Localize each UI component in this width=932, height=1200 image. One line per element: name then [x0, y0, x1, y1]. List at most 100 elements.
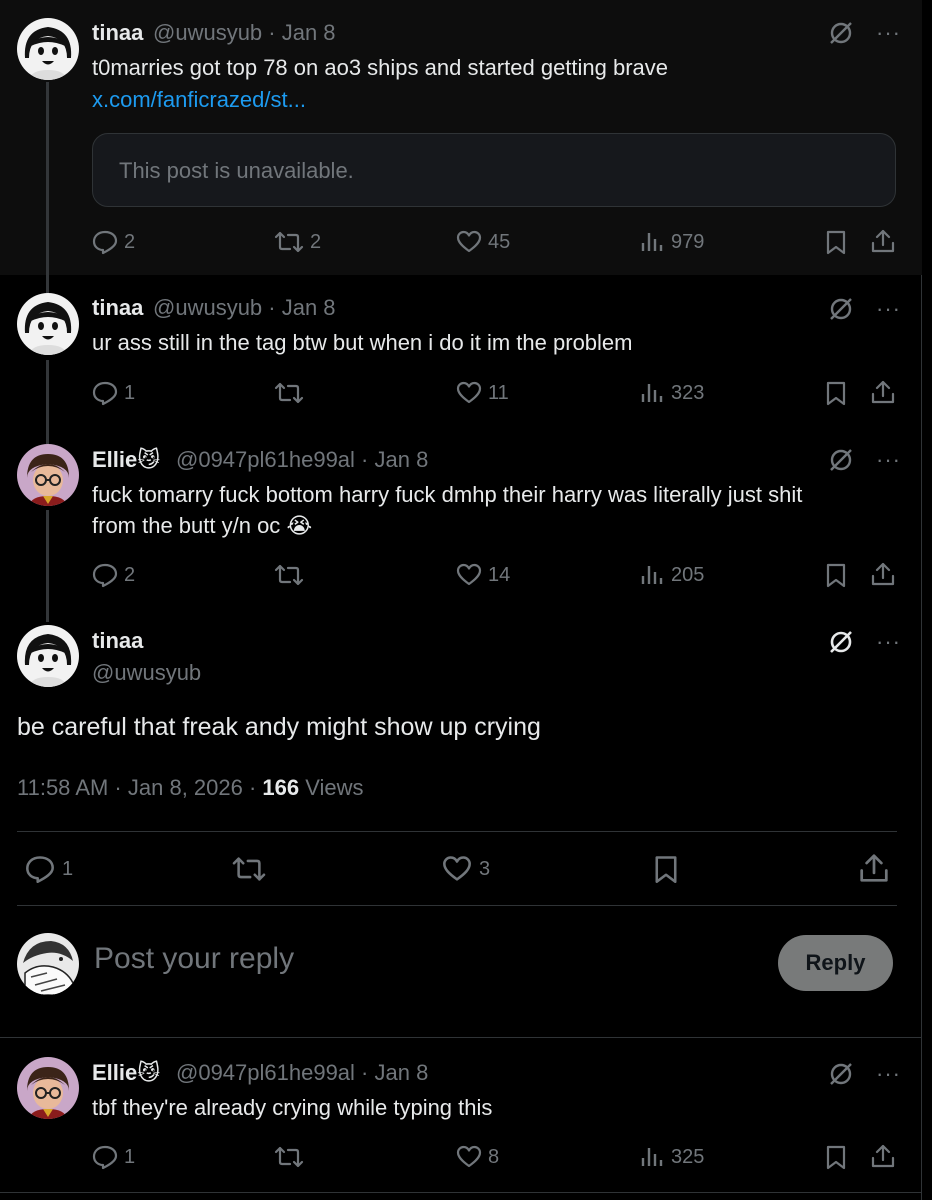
thread-line: [46, 82, 49, 294]
reply-icon: [92, 230, 118, 255]
avatar[interactable]: [17, 18, 79, 80]
reply-count: 2: [124, 230, 136, 253]
heart-icon: [456, 381, 482, 404]
like-button[interactable]: 45: [456, 229, 510, 255]
views-label: Views: [299, 775, 364, 800]
views-button[interactable]: 323: [639, 380, 704, 406]
timeline: tinaa @uwusyub · Jan 8 ··· t0marries got…: [0, 0, 922, 1200]
bookmark-icon[interactable]: [823, 380, 849, 406]
like-count: 8: [488, 1145, 500, 1168]
post-text: ur ass still in the tag btw but when i d…: [92, 330, 633, 355]
like-button[interactable]: 3: [441, 854, 490, 884]
bookmark-icon[interactable]: [823, 1144, 849, 1170]
share-icon[interactable]: [870, 561, 896, 587]
reply-button[interactable]: 2: [92, 229, 135, 255]
like-count: 3: [479, 857, 491, 880]
more-options-icon[interactable]: ···: [876, 631, 901, 653]
grok-icon[interactable]: [828, 629, 854, 655]
repost-button[interactable]: 2: [274, 229, 321, 255]
share-icon[interactable]: [870, 228, 896, 254]
repost-icon: [274, 382, 304, 404]
post-menu: ···: [828, 629, 901, 655]
reply-count: 1: [124, 1145, 136, 1168]
repost-button[interactable]: [274, 562, 310, 588]
avatar[interactable]: [17, 444, 79, 506]
author-name[interactable]: tinaa: [92, 295, 143, 321]
divider: [0, 1192, 922, 1193]
repost-icon: [274, 1146, 304, 1168]
like-count: 11: [488, 381, 509, 404]
reply-icon: [92, 563, 118, 588]
grok-icon[interactable]: [828, 447, 854, 473]
heart-icon: [456, 230, 482, 253]
author-name[interactable]: tinaa: [92, 20, 143, 46]
heart-icon: [456, 563, 482, 586]
views-chart-icon: [641, 1148, 663, 1166]
post-time: 11:58 AM · Jan 8, 2026 ·: [17, 775, 263, 800]
reply-icon: [92, 381, 118, 406]
repost-icon: [232, 857, 266, 881]
repost-button[interactable]: [274, 1144, 310, 1170]
avatar-girl-icon: [17, 293, 79, 355]
share-icon[interactable]: [858, 852, 890, 884]
author-handle-date[interactable]: @0947pl61he99al · Jan 8: [176, 1060, 428, 1086]
avatar[interactable]: [17, 1057, 79, 1119]
post-link[interactable]: x.com/fanficrazed/st...: [92, 84, 306, 115]
author-name[interactable]: Ellie😼: [92, 1060, 160, 1086]
reply-button[interactable]: 1: [92, 1144, 135, 1170]
repost-button[interactable]: [274, 380, 310, 406]
views-chart-icon: [641, 233, 663, 251]
grok-icon[interactable]: [828, 1061, 854, 1087]
reply-count: 2: [124, 563, 136, 586]
views-chart-icon: [641, 566, 663, 584]
reply-button[interactable]: 2: [92, 562, 135, 588]
post-text: tbf they're already crying while typing …: [92, 1095, 493, 1120]
views-button[interactable]: 979: [639, 229, 704, 255]
author-name-text: Ellie: [92, 1060, 138, 1085]
views-count: 979: [671, 230, 705, 253]
share-icon[interactable]: [870, 1143, 896, 1169]
bookmark-icon[interactable]: [823, 562, 849, 588]
like-button[interactable]: 14: [456, 562, 510, 588]
post-timestamp[interactable]: 11:58 AM · Jan 8, 2026 · 166 Views: [17, 775, 364, 801]
views-button[interactable]: 325: [639, 1144, 704, 1170]
reply-submit-button[interactable]: Reply: [778, 935, 893, 991]
post-menu: ···: [828, 447, 901, 473]
reply-button[interactable]: 1: [92, 380, 135, 406]
quote-card[interactable]: This post is unavailable.: [92, 133, 896, 207]
grok-icon[interactable]: [828, 296, 854, 322]
avatar-wizard-icon: [17, 1057, 79, 1119]
author-name[interactable]: Ellie😼: [92, 447, 160, 473]
reply-input[interactable]: Post your reply: [94, 942, 294, 976]
repost-icon: [274, 231, 304, 253]
smirking-cat-emoji: 😼: [137, 447, 161, 472]
like-count: 14: [488, 563, 511, 586]
author-handle-date[interactable]: @uwusyub · Jan 8: [153, 295, 336, 321]
bookmark-icon[interactable]: [823, 229, 849, 255]
repost-button[interactable]: [231, 854, 273, 884]
more-options-icon[interactable]: ···: [876, 449, 901, 471]
more-options-icon[interactable]: ···: [876, 1063, 901, 1085]
like-count: 45: [488, 230, 511, 253]
main-author-name[interactable]: tinaa: [92, 628, 143, 654]
reply-count: 1: [62, 857, 74, 880]
more-options-icon[interactable]: ···: [876, 22, 901, 44]
reply-button[interactable]: 1: [24, 854, 73, 884]
avatar[interactable]: [17, 293, 79, 355]
bookmark-icon[interactable]: [651, 853, 681, 885]
share-icon[interactable]: [870, 379, 896, 405]
author-handle-date[interactable]: @uwusyub · Jan 8: [153, 20, 336, 46]
divider: [0, 1037, 922, 1038]
user-avatar[interactable]: [17, 933, 79, 995]
main-author-handle[interactable]: @uwusyub: [92, 660, 201, 686]
grok-icon[interactable]: [828, 20, 854, 46]
views-button[interactable]: 205: [639, 562, 704, 588]
like-button[interactable]: 8: [456, 1144, 499, 1170]
avatar[interactable]: [17, 625, 79, 687]
main-post-text: be careful that freak andy might show up…: [17, 713, 541, 741]
smirking-cat-emoji: 😼: [137, 1060, 161, 1085]
more-options-icon[interactable]: ···: [876, 298, 901, 320]
views-chart-icon: [641, 384, 663, 402]
author-handle-date[interactable]: @0947pl61he99al · Jan 8: [176, 447, 428, 473]
like-button[interactable]: 11: [456, 380, 509, 406]
